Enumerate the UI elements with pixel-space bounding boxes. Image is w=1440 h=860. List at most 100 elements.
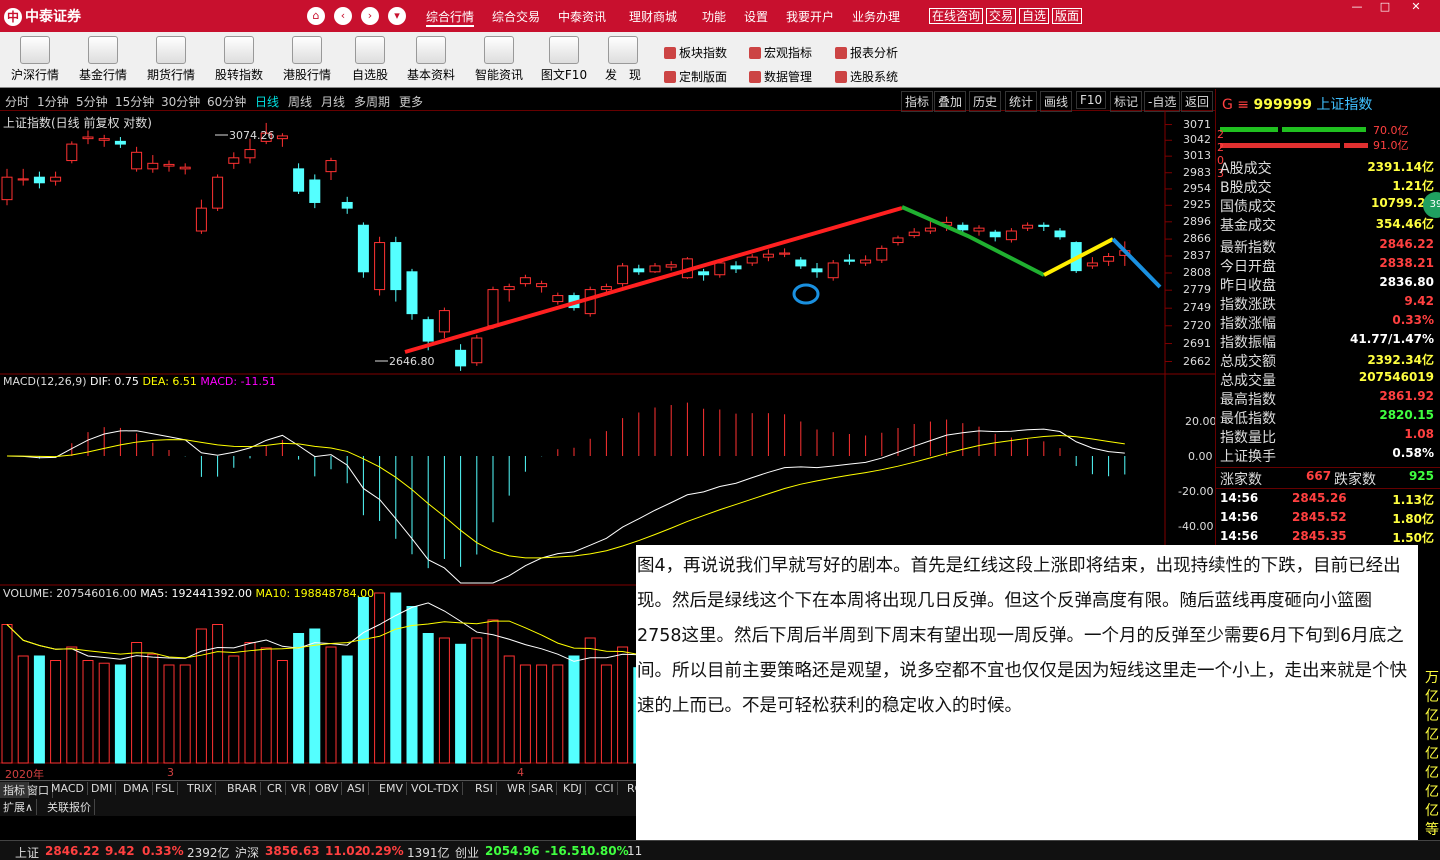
menu-business[interactable]: 业务办理	[852, 8, 900, 25]
turnover-row: 国债成交 10799.24	[1220, 196, 1438, 215]
tool-neeq-index[interactable]: 股转指数	[206, 34, 272, 83]
indicator-tab[interactable]: WR	[504, 782, 530, 795]
menu-open-account[interactable]: 我要开户	[786, 8, 834, 25]
candle-body	[374, 242, 386, 291]
close-icon[interactable]: ✕	[1402, 0, 1430, 14]
candle-body	[908, 231, 920, 237]
up-label: 涨家数	[1220, 472, 1262, 488]
tf-30min[interactable]: 30分钟	[161, 93, 200, 110]
bar-value: 70.0亿	[1373, 124, 1409, 137]
dropdown-icon[interactable]: ▾	[388, 7, 406, 25]
status-name[interactable]: 上证	[15, 844, 39, 860]
indicator-tab[interactable]: VR	[288, 782, 311, 795]
sector-index-link[interactable]: 板块指数	[664, 44, 727, 61]
tf-multi[interactable]: 多周期	[354, 93, 390, 110]
add-watchlist-button[interactable]: -自选	[1144, 91, 1181, 112]
layout-button[interactable]: 版面	[1052, 8, 1083, 24]
data-management-link[interactable]: 数据管理	[749, 68, 812, 85]
online-consult-button[interactable]: 在线咨询	[929, 8, 984, 24]
macd-tick: 20.00	[1185, 415, 1217, 428]
candle-body	[293, 168, 305, 192]
tool-fund-quotes[interactable]: 基金行情	[70, 34, 136, 83]
macro-indicator-link[interactable]: 宏观指标	[749, 44, 812, 61]
candle-body	[406, 271, 418, 315]
turnover-label: B股成交	[1220, 180, 1272, 196]
indicator-tab[interactable]: VOL-TDX	[408, 782, 463, 795]
indicator-tab[interactable]: RSI	[472, 782, 497, 795]
stat-value: 2836.80	[1379, 275, 1434, 289]
menu-icon[interactable]: G ≡	[1222, 97, 1249, 113]
tool-futures-quotes[interactable]: 期货行情	[138, 34, 204, 83]
menu-news[interactable]: 中泰资讯	[558, 8, 606, 25]
minimize-icon[interactable]: —	[1343, 0, 1371, 14]
draw-line-button[interactable]: 画线	[1040, 91, 1073, 112]
overlay-button[interactable]: 叠加	[934, 91, 967, 112]
turnover-row: B股成交 1.21亿	[1220, 177, 1438, 196]
indicator-tab[interactable]: TRIX	[184, 782, 217, 795]
tool-watchlist[interactable]: 自选股	[337, 34, 403, 83]
menu-functions[interactable]: 功能	[702, 8, 726, 25]
indicator-tab[interactable]: EMV	[376, 782, 407, 795]
menu-quotes[interactable]: 综合行情	[426, 8, 475, 27]
tf-1min[interactable]: 1分钟	[37, 93, 69, 110]
tool-f10[interactable]: 图文F10	[531, 34, 597, 83]
candle-body	[438, 310, 450, 333]
forward-icon[interactable]: ›	[361, 7, 379, 25]
menu-mall[interactable]: 理财商城	[629, 8, 677, 25]
f10-button[interactable]: F10	[1076, 91, 1107, 109]
tool-sh-sz-quotes[interactable]: 沪深行情	[2, 34, 68, 83]
home-icon[interactable]: ⌂	[307, 7, 325, 25]
indicator-tab[interactable]: KDJ	[560, 782, 586, 795]
indicator-tab[interactable]: MACD	[48, 782, 88, 795]
stock-screener-link[interactable]: 选股系统	[835, 68, 898, 85]
custom-layout-link[interactable]: 定制版面	[664, 68, 727, 85]
status-name[interactable]: 沪深	[235, 844, 259, 860]
related-quotes-tab[interactable]: 关联报价	[44, 799, 95, 815]
indicator-tab[interactable]: FSL	[152, 782, 179, 795]
menu-settings[interactable]: 设置	[744, 8, 768, 25]
indicator-tab[interactable]: CR	[264, 782, 287, 795]
tool-basic-info[interactable]: 基本资料	[398, 34, 464, 83]
candle-body	[212, 176, 224, 209]
volume-bar	[147, 653, 159, 764]
indicator-button[interactable]: 指标	[901, 91, 934, 112]
volume-bar	[293, 633, 305, 764]
back-icon[interactable]: ‹	[334, 7, 352, 25]
indicator-tab[interactable]: CCI	[592, 782, 618, 795]
tf-daily[interactable]: 日线	[255, 93, 279, 110]
indicator-tab[interactable]: ASI	[344, 782, 369, 795]
mark-button[interactable]: 标记	[1110, 91, 1143, 112]
history-button[interactable]: 历史	[969, 91, 1002, 112]
tf-intraday[interactable]: 分时	[5, 93, 29, 110]
tf-weekly[interactable]: 周线	[288, 93, 312, 110]
indicator-tab[interactable]: DMA	[120, 782, 153, 795]
candle-body	[455, 349, 467, 367]
tf-5min[interactable]: 5分钟	[76, 93, 108, 110]
return-button[interactable]: 返回	[1181, 91, 1214, 112]
indicator-tab[interactable]: DMI	[88, 782, 117, 795]
indicator-tab[interactable]: OBV	[312, 782, 343, 795]
tool-discover[interactable]: 发 现	[590, 34, 656, 83]
tick-time: 14:56	[1220, 529, 1259, 543]
status-name[interactable]: 创业	[455, 844, 479, 860]
menu-trade[interactable]: 综合交易	[492, 8, 540, 25]
indicator-tab[interactable]: SAR	[528, 782, 558, 795]
candle-body	[341, 201, 353, 209]
tool-hk-quotes[interactable]: 港股行情	[274, 34, 340, 83]
target-circle	[792, 283, 820, 305]
link-label: 选股系统	[850, 70, 899, 84]
maximize-icon[interactable]: □	[1371, 0, 1399, 14]
tf-more[interactable]: 更多	[399, 93, 423, 110]
report-analysis-link[interactable]: 报表分析	[835, 44, 898, 61]
watchlist-button[interactable]: 自选	[1019, 8, 1050, 24]
candle-body	[892, 237, 904, 244]
stats-button[interactable]: 统计	[1005, 91, 1038, 112]
tf-monthly[interactable]: 月线	[321, 93, 345, 110]
turnover-label: 基金成交	[1220, 218, 1276, 234]
tf-15min[interactable]: 15分钟	[115, 93, 154, 110]
tf-60min[interactable]: 60分钟	[207, 93, 246, 110]
expand-tab[interactable]: 扩展∧	[0, 799, 38, 815]
indicator-tab[interactable]: BRAR	[224, 782, 261, 795]
tool-smart-news[interactable]: 智能资讯	[466, 34, 532, 83]
trade-button[interactable]: 交易	[986, 8, 1017, 24]
